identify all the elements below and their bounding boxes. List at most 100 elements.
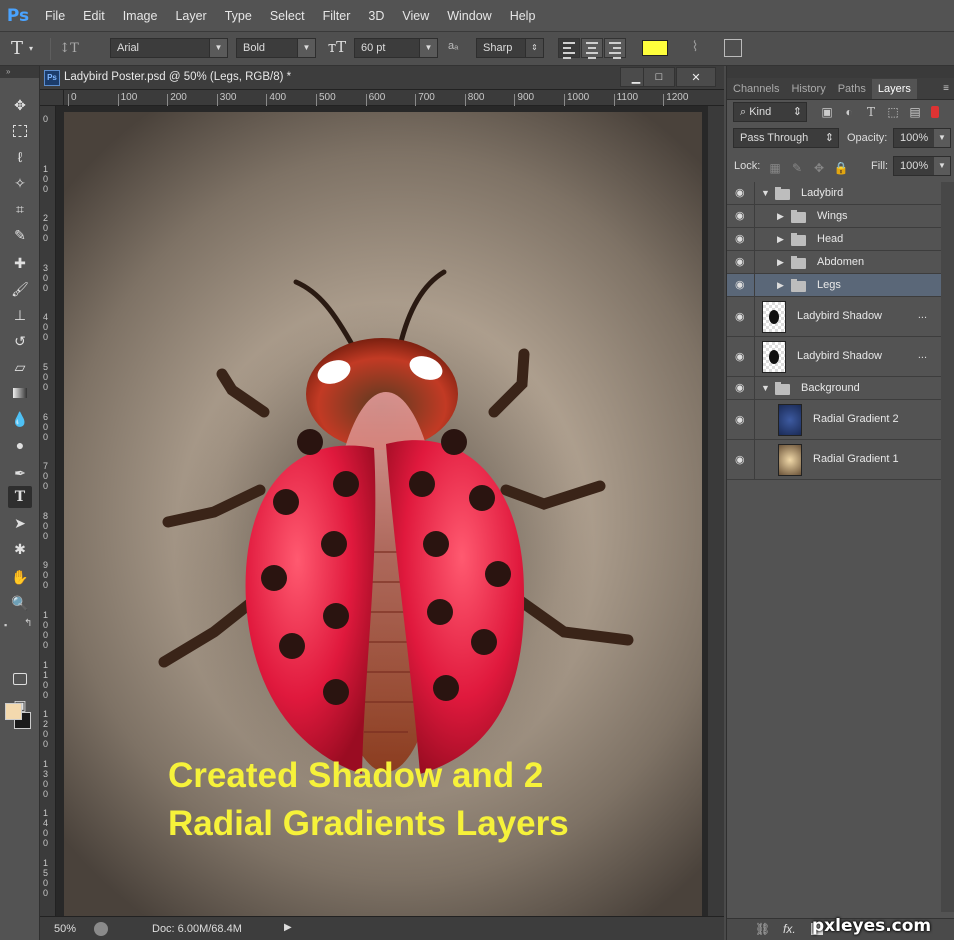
group-expanded-icon[interactable]: ▼ bbox=[761, 188, 770, 198]
document-tab[interactable]: Ps Ladybird Poster.psd @ 50% (Legs, RGB/… bbox=[40, 66, 724, 90]
layer-row[interactable]: ◉ Ladybird Shadow ... bbox=[727, 297, 941, 337]
lasso-tool-icon[interactable]: ℓ bbox=[8, 146, 32, 168]
font-style-dropdown[interactable]: Bold ▼ bbox=[236, 38, 316, 58]
eraser-tool-icon[interactable]: ▱ bbox=[8, 356, 32, 378]
dodge-tool-icon[interactable]: ● bbox=[8, 434, 32, 456]
panel-menu-icon[interactable]: ≡ bbox=[943, 79, 949, 99]
layer-effects-indicator[interactable]: ... bbox=[918, 309, 927, 321]
antialias-dropdown[interactable]: Sharp ⇕ bbox=[476, 38, 544, 58]
tools-panel-collapse[interactable]: » bbox=[0, 66, 39, 78]
panel-collapse-strip[interactable] bbox=[727, 66, 954, 78]
visibility-eye-icon[interactable]: ◉ bbox=[735, 280, 749, 291]
font-size-dropdown[interactable]: 60 pt ▼ bbox=[354, 38, 438, 58]
status-info-icon[interactable] bbox=[94, 922, 108, 936]
visibility-eye-icon[interactable]: ◉ bbox=[735, 415, 749, 426]
menu-file[interactable]: File bbox=[36, 0, 74, 32]
clone-stamp-tool-icon[interactable]: ⊥ bbox=[8, 304, 32, 326]
canvas[interactable]: Created Shadow and 2 Radial Gradients La… bbox=[64, 112, 702, 920]
font-family-dropdown[interactable]: Arial ▼ bbox=[110, 38, 228, 58]
layer-row[interactable]: ◉ Radial Gradient 2 bbox=[727, 400, 941, 440]
visibility-eye-icon[interactable]: ◉ bbox=[735, 455, 749, 466]
healing-brush-tool-icon[interactable]: ✚ bbox=[8, 252, 32, 274]
visibility-eye-icon[interactable]: ◉ bbox=[735, 188, 749, 199]
align-center-button[interactable] bbox=[581, 38, 603, 59]
layer-row[interactable]: ◉ ▶ Abdomen bbox=[727, 251, 941, 274]
group-expanded-icon[interactable]: ▼ bbox=[761, 383, 770, 393]
align-right-button[interactable] bbox=[604, 38, 626, 59]
group-collapsed-icon[interactable]: ▶ bbox=[777, 211, 784, 222]
warp-text-icon[interactable]: ⌇ bbox=[684, 38, 706, 58]
horizontal-ruler[interactable]: 0 100 200 300 400 500 600 700 800 900 1000 1100 1200 bbox=[64, 90, 724, 106]
menu-window[interactable]: Window bbox=[438, 0, 500, 32]
default-colors-icon[interactable]: ▪ bbox=[4, 620, 7, 630]
panel-scrollbar[interactable] bbox=[941, 182, 954, 912]
lock-transparency-icon[interactable]: ▦ bbox=[767, 160, 783, 176]
zoom-tool-icon[interactable]: 🔍 bbox=[8, 592, 32, 614]
hand-tool-icon[interactable]: ✋ bbox=[8, 566, 32, 588]
tab-channels[interactable]: Channels bbox=[727, 79, 785, 99]
zoom-level[interactable]: 50% bbox=[54, 923, 76, 935]
group-collapsed-icon[interactable]: ▶ bbox=[777, 234, 784, 245]
align-left-button[interactable] bbox=[558, 38, 580, 59]
pen-tool-icon[interactable]: ✒ bbox=[8, 462, 32, 484]
vertical-ruler[interactable]: 0 100 200 300 400 500 600 700 800 900 1000 1100 1200… bbox=[40, 106, 56, 916]
filter-toggle[interactable] bbox=[931, 106, 939, 118]
tab-history[interactable]: History bbox=[785, 79, 831, 99]
layer-row[interactable]: ◉ Radial Gradient 1 bbox=[727, 440, 941, 480]
menu-filter[interactable]: Filter bbox=[314, 0, 360, 32]
group-collapsed-icon[interactable]: ▶ bbox=[777, 280, 784, 291]
blur-tool-icon[interactable]: 💧 bbox=[8, 408, 32, 430]
brush-tool-icon[interactable]: 🖌 bbox=[8, 278, 32, 300]
menu-layer[interactable]: Layer bbox=[166, 0, 215, 32]
lock-image-icon[interactable]: ✎ bbox=[789, 160, 805, 176]
visibility-eye-icon[interactable]: ◉ bbox=[735, 312, 749, 323]
vertical-scrollbar[interactable] bbox=[708, 106, 724, 916]
shape-filter-icon[interactable]: ⬚ bbox=[885, 104, 901, 120]
move-tool-icon[interactable]: ✥ bbox=[8, 94, 32, 116]
custom-shape-tool-icon[interactable]: ✱ bbox=[8, 538, 32, 560]
menu-select[interactable]: Select bbox=[261, 0, 314, 32]
layer-row[interactable]: ◉ ▼ Background bbox=[727, 377, 941, 400]
crop-tool-icon[interactable]: ⌗ bbox=[8, 198, 32, 220]
text-color-swatch[interactable] bbox=[642, 40, 668, 56]
pixel-filter-icon[interactable]: ▣ bbox=[819, 104, 835, 120]
menu-edit[interactable]: Edit bbox=[74, 0, 114, 32]
eyedropper-tool-icon[interactable]: ✎ bbox=[8, 224, 32, 246]
group-collapsed-icon[interactable]: ▶ bbox=[777, 257, 784, 268]
menu-3d[interactable]: 3D bbox=[359, 0, 393, 32]
link-layers-icon[interactable]: ⛓ bbox=[755, 922, 770, 936]
tab-layers[interactable]: Layers bbox=[871, 79, 917, 99]
status-menu-arrow-icon[interactable]: ▶ bbox=[284, 922, 292, 933]
visibility-eye-icon[interactable]: ◉ bbox=[735, 383, 749, 394]
marquee-tool-icon[interactable] bbox=[8, 120, 32, 142]
layer-row-selected[interactable]: ◉ ▶ Legs bbox=[727, 274, 941, 297]
visibility-eye-icon[interactable]: ◉ bbox=[735, 352, 749, 363]
opacity-field[interactable]: 100% ▼ bbox=[893, 128, 951, 148]
layer-row[interactable]: ◉ ▼ Ladybird bbox=[727, 182, 941, 205]
type-tool-preset-icon[interactable]: T ▾ bbox=[0, 32, 44, 66]
layer-row[interactable]: ◉ Ladybird Shadow ... bbox=[727, 337, 941, 377]
menu-view[interactable]: View bbox=[393, 0, 438, 32]
history-brush-tool-icon[interactable]: ↺ bbox=[8, 330, 32, 352]
gradient-tool-icon[interactable] bbox=[8, 382, 32, 404]
close-button[interactable]: ✕ bbox=[676, 67, 716, 87]
menu-type[interactable]: Type bbox=[216, 0, 261, 32]
text-orientation-icon[interactable]: ↕T bbox=[57, 32, 81, 66]
fx-icon[interactable]: fx. bbox=[783, 922, 796, 936]
maximize-button[interactable]: □ bbox=[643, 67, 675, 87]
layer-row[interactable]: ◉ ▶ Head bbox=[727, 228, 941, 251]
menu-help[interactable]: Help bbox=[501, 0, 545, 32]
quick-mask-icon[interactable] bbox=[8, 668, 32, 690]
menu-image[interactable]: Image bbox=[114, 0, 167, 32]
type-tool-icon[interactable]: T bbox=[8, 486, 32, 508]
visibility-eye-icon[interactable]: ◉ bbox=[735, 234, 749, 245]
blend-mode-dropdown[interactable]: Pass Through ⇕ bbox=[733, 128, 839, 148]
fill-field[interactable]: 100% ▼ bbox=[893, 156, 951, 176]
swap-colors-icon[interactable]: ↰ bbox=[24, 618, 32, 629]
visibility-eye-icon[interactable]: ◉ bbox=[735, 211, 749, 222]
layer-effects-indicator[interactable]: ... bbox=[918, 349, 927, 361]
quick-selection-tool-icon[interactable]: ✧ bbox=[8, 172, 32, 194]
visibility-eye-icon[interactable]: ◉ bbox=[735, 257, 749, 268]
type-filter-icon[interactable]: T bbox=[863, 104, 879, 120]
lock-all-icon[interactable]: 🔒 bbox=[833, 160, 849, 176]
